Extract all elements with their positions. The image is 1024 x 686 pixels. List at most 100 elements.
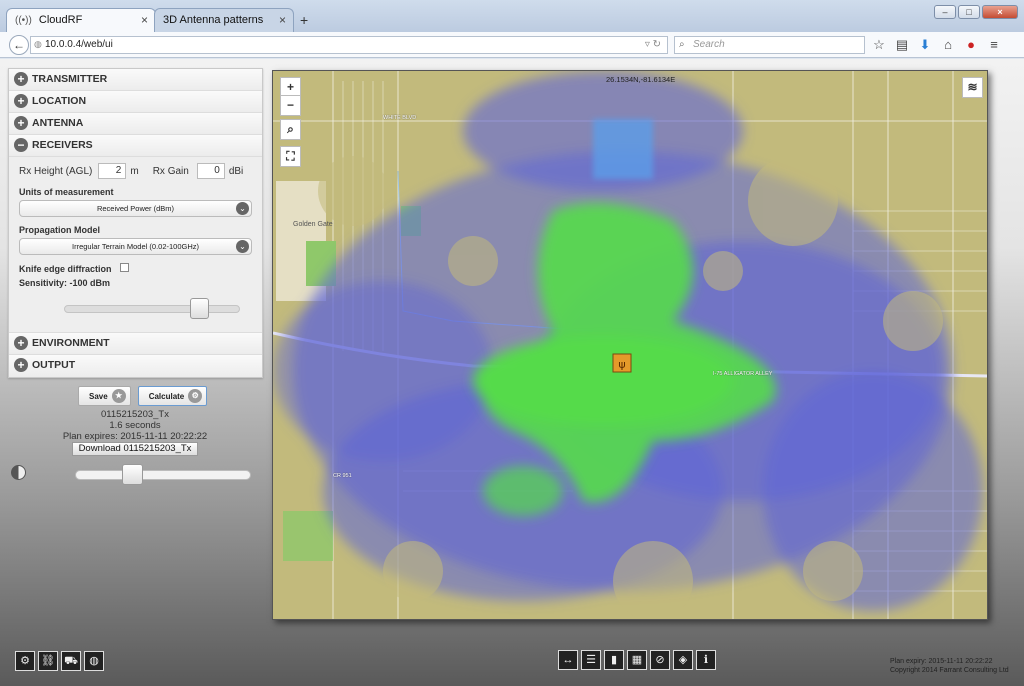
- units-value: Received Power (dBm): [96, 204, 175, 213]
- plus-icon: +: [14, 116, 28, 130]
- plus-icon: +: [14, 72, 28, 86]
- toolbar-icons: ☆ ▤ ⬇ ⌂ ● ≡: [872, 37, 1001, 53]
- map-canvas: ψ: [273, 71, 987, 619]
- chart-icon[interactable]: ▮: [604, 650, 624, 670]
- download-button[interactable]: Download 0115215203_Tx: [72, 442, 198, 456]
- minimize-button[interactable]: –: [934, 5, 956, 19]
- rx-gain-label: Rx Gain: [152, 165, 189, 177]
- rx-row: Rx Height (AGL) 2 m Rx Gain 0 dBi: [19, 163, 252, 179]
- road-label: WHITE BLVD: [383, 115, 417, 121]
- prop-label: Propagation Model: [19, 225, 100, 235]
- layers-icon[interactable]: ≋: [962, 77, 983, 98]
- clipboard-icon[interactable]: ▤: [895, 37, 909, 53]
- search-map-button[interactable]: ⌕: [280, 119, 301, 140]
- save-button[interactable]: Save ★: [78, 386, 131, 406]
- result-info: 0115215203_Tx 1.6 seconds Plan expires: …: [40, 409, 230, 442]
- tab-label: 3D Antenna patterns: [163, 14, 264, 26]
- settings-icon[interactable]: ⚙: [15, 651, 35, 671]
- settings-panel: + TRANSMITTER + LOCATION + ANTENNA − REC…: [8, 68, 263, 378]
- rx-height-input[interactable]: 2: [98, 163, 127, 179]
- back-button[interactable]: ←: [9, 35, 29, 55]
- section-label: RECEIVERS: [32, 139, 93, 151]
- section-transmitter[interactable]: + TRANSMITTER: [9, 69, 262, 91]
- plan-expires: Plan expires: 2015-11-11 20:22:22: [62, 431, 208, 442]
- road-label: CR 951: [333, 473, 352, 479]
- new-tab-button[interactable]: +: [300, 12, 308, 28]
- bookmark-star-icon[interactable]: ☆: [872, 37, 886, 53]
- grid-icon[interactable]: ▦: [627, 650, 647, 670]
- close-window-button[interactable]: ×: [982, 5, 1018, 19]
- prop-select[interactable]: Irregular Terrain Model (0.02-100GHz) ⌄: [19, 238, 252, 255]
- home-icon[interactable]: ⌂: [941, 37, 955, 53]
- receivers-body: Rx Height (AGL) 2 m Rx Gain 0 dBi Units …: [9, 157, 262, 333]
- sensitivity-slider-handle[interactable]: [189, 298, 209, 319]
- window-controls: – □ ×: [934, 5, 1018, 19]
- units-select[interactable]: Received Power (dBm) ⌄: [19, 200, 252, 217]
- rx-gain-input[interactable]: 0: [196, 163, 225, 179]
- app-area: + TRANSMITTER + LOCATION + ANTENNA − REC…: [0, 59, 1024, 686]
- menu-icon[interactable]: ≡: [987, 37, 1001, 53]
- park-area: [283, 511, 333, 561]
- close-tab-icon[interactable]: ×: [141, 13, 148, 27]
- network-icon[interactable]: ⛓: [38, 651, 58, 671]
- search-placeholder: Search: [693, 39, 725, 50]
- save-label: Save: [89, 391, 108, 401]
- database-icon[interactable]: ☰: [581, 650, 601, 670]
- map-coordinate: 26.1534N,-81.6134E: [606, 75, 676, 84]
- plus-icon: +: [14, 336, 28, 350]
- calculate-label: Calculate: [148, 391, 185, 401]
- disable-icon[interactable]: ⊘: [650, 650, 670, 670]
- wifi-icon: ((•)): [15, 15, 32, 26]
- coverage-map[interactable]: ψ 26.1534N,-81.6134E WHITE BLVD Golden G…: [272, 70, 988, 620]
- knife-checkbox[interactable]: [120, 263, 130, 272]
- search-input[interactable]: ⌕ Search: [674, 36, 865, 54]
- calculate-button[interactable]: Calculate ⚙: [137, 386, 208, 406]
- section-output[interactable]: + OUTPUT: [9, 355, 262, 377]
- result-duration: 1.6 seconds: [109, 420, 161, 431]
- knife-row: Knife edge diffraction: [19, 263, 252, 274]
- search-icon: ⌕: [679, 39, 685, 50]
- browser-titlebar: ((•)) CloudRF × 3D Antenna patterns × + …: [0, 0, 1024, 32]
- opacity-slider-handle[interactable]: [121, 464, 143, 485]
- globe-icon: ◍: [34, 39, 42, 49]
- info-icon[interactable]: ℹ: [696, 650, 716, 670]
- maximize-button[interactable]: □: [958, 5, 980, 19]
- box-icon[interactable]: ◈: [673, 650, 693, 670]
- plus-icon: +: [14, 94, 28, 108]
- units-label: Units of measurement: [19, 187, 114, 197]
- footer-copyright: Copyright 2014 Farrant Consulting Ltd: [890, 667, 1009, 674]
- download-icon[interactable]: ⬇: [918, 37, 932, 53]
- url-bar[interactable]: ◍ 10.0.0.4/web/ui ▿ ↻: [30, 36, 668, 54]
- section-antenna[interactable]: + ANTENNA: [9, 113, 262, 135]
- section-location[interactable]: + LOCATION: [9, 91, 262, 113]
- close-tab-icon[interactable]: ×: [279, 13, 286, 27]
- sensitivity-slider[interactable]: [64, 305, 240, 313]
- tab-3d-antenna[interactable]: 3D Antenna patterns ×: [154, 8, 294, 32]
- addon-icon[interactable]: ●: [964, 37, 978, 53]
- url-text: 10.0.0.4/web/ui: [45, 39, 113, 50]
- section-label: TRANSMITTER: [32, 73, 108, 85]
- fullscreen-icon[interactable]: ⛶: [280, 146, 301, 167]
- cart-icon[interactable]: ⛟: [61, 651, 81, 671]
- result-name: 0115215203_Tx: [101, 409, 169, 420]
- left-toolbar: ⚙ ⛓ ⛟ ◍: [15, 651, 104, 671]
- star-icon: ★: [111, 389, 126, 403]
- section-receivers[interactable]: − RECEIVERS: [9, 135, 262, 157]
- section-environment[interactable]: + ENVIRONMENT: [9, 333, 262, 355]
- browser-navbar: ← ◍ 10.0.0.4/web/ui ▿ ↻ ⌕ Search ☆ ▤ ⬇ ⌂…: [0, 32, 1024, 58]
- chevron-down-icon: ⌄: [236, 240, 249, 253]
- reload-icon[interactable]: ▿ ↻: [645, 39, 661, 50]
- section-label: OUTPUT: [32, 359, 76, 371]
- opacity-slider[interactable]: [75, 470, 251, 480]
- zoom-out-button[interactable]: −: [280, 95, 301, 116]
- road-label: I-75 ALLIGATOR ALLEY: [713, 371, 773, 377]
- tab-cloudrf[interactable]: ((•)) CloudRF ×: [6, 8, 156, 32]
- prop-value: Irregular Terrain Model (0.02-100GHz): [72, 242, 199, 251]
- coverage-lightblue: [593, 119, 653, 179]
- knife-label: Knife edge diffraction: [19, 264, 112, 274]
- globe-icon[interactable]: ◍: [84, 651, 104, 671]
- rx-height-unit: m: [130, 165, 139, 177]
- action-buttons: Save ★ Calculate ⚙: [78, 386, 208, 406]
- ruler-icon[interactable]: ↔: [558, 650, 578, 670]
- place-label: Golden Gate: [293, 221, 333, 228]
